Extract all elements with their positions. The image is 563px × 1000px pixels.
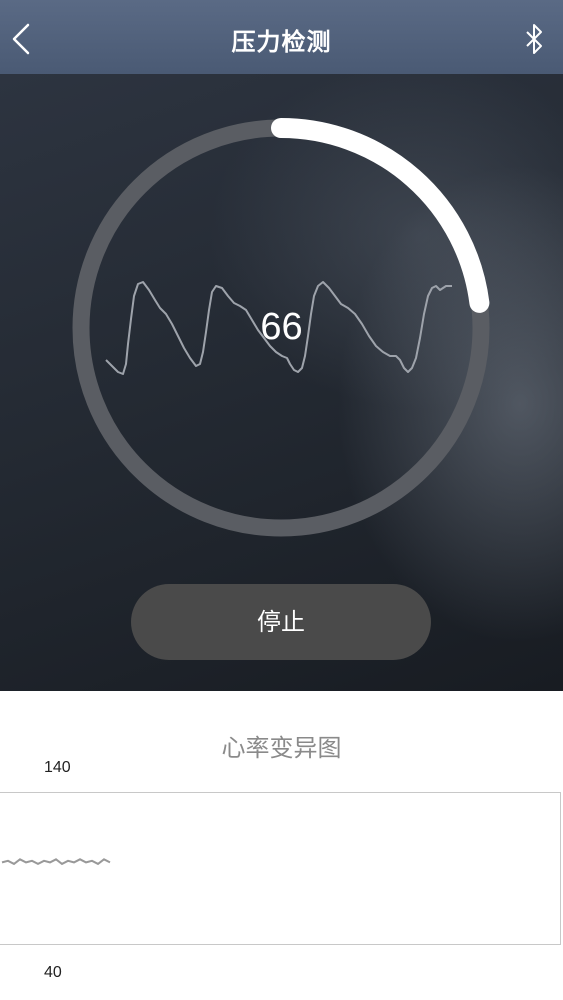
bluetooth-button[interactable] bbox=[519, 22, 549, 56]
hrv-series-line bbox=[1, 858, 111, 866]
stress-value: 66 bbox=[260, 306, 303, 348]
page-title: 压力检测 bbox=[231, 28, 332, 56]
stop-button[interactable]: 停止 bbox=[131, 584, 431, 660]
measurement-panel: 66 停止 bbox=[0, 74, 563, 691]
app-header: 压力检测 bbox=[0, 0, 563, 74]
bluetooth-icon bbox=[526, 24, 542, 54]
y-axis-max-label: 140 bbox=[44, 759, 71, 776]
gauge-progress-arc bbox=[271, 118, 490, 313]
hrv-chart bbox=[1, 858, 111, 866]
y-axis-min-label: 40 bbox=[44, 964, 62, 981]
chart-title: 心率变异图 bbox=[221, 734, 342, 762]
